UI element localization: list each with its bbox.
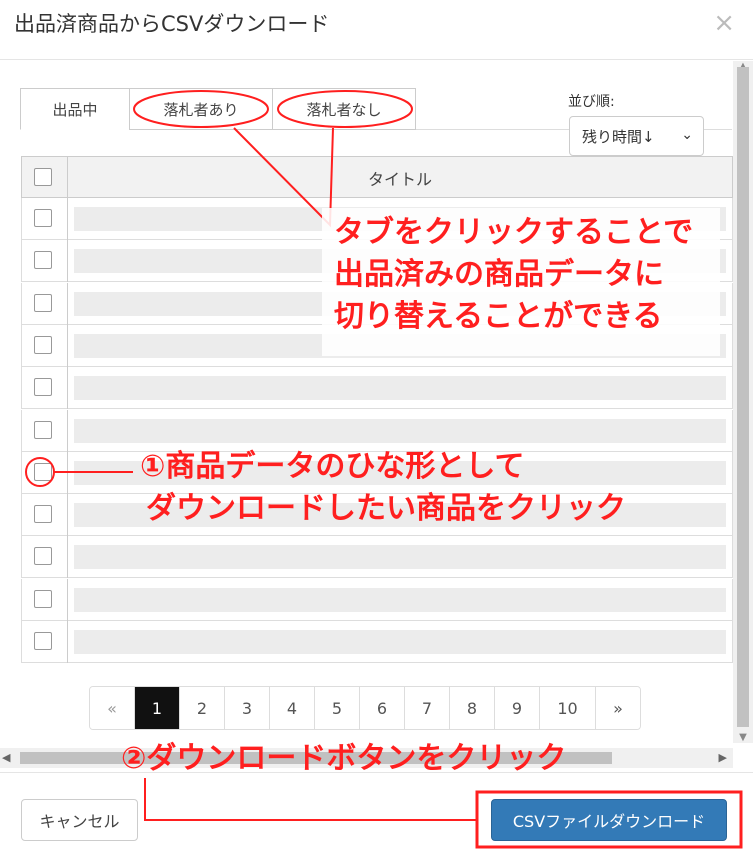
table-row[interactable] bbox=[21, 578, 733, 621]
title-placeholder bbox=[74, 630, 726, 654]
modal-title: 出品済商品からCSVダウンロード bbox=[14, 12, 330, 36]
row-title-cell bbox=[67, 367, 732, 410]
row-checkbox[interactable] bbox=[34, 335, 52, 354]
scroll-left-icon[interactable]: ◀ bbox=[2, 751, 10, 764]
row-checkbox[interactable] bbox=[34, 547, 52, 566]
tab-label: 落札者なし bbox=[306, 100, 382, 119]
column-header-title: タイトル bbox=[67, 157, 732, 199]
table-row[interactable] bbox=[21, 621, 733, 663]
column-title-label: タイトル bbox=[367, 170, 432, 189]
annotation-tabs-line3: 切り替えることができる bbox=[334, 299, 663, 334]
csv-download-button[interactable]: CSVファイルダウンロード bbox=[491, 799, 727, 841]
row-checkbox[interactable] bbox=[34, 462, 52, 481]
tab-label: 出品中 bbox=[52, 100, 98, 119]
title-placeholder bbox=[74, 376, 726, 401]
tab-listing[interactable]: 出品中 bbox=[20, 88, 130, 130]
title-placeholder bbox=[74, 418, 726, 443]
sort-value: 残り時間↓ bbox=[582, 127, 655, 146]
row-checkbox[interactable] bbox=[34, 378, 52, 397]
page-2[interactable]: 2 bbox=[179, 687, 224, 729]
table-header: タイトル bbox=[21, 156, 733, 199]
sort-label: 並び順: bbox=[568, 94, 615, 110]
cancel-button[interactable]: キャンセル bbox=[21, 799, 138, 841]
annotation-step1-line2: ダウンロードしたい商品をクリック bbox=[146, 491, 626, 526]
annotation-tabs-line1: タブをクリックすることで bbox=[334, 215, 694, 250]
page-prev[interactable]: « bbox=[90, 687, 134, 729]
page-5[interactable]: 5 bbox=[314, 687, 359, 729]
title-placeholder bbox=[74, 587, 726, 612]
row-title-cell bbox=[67, 578, 732, 621]
page-10[interactable]: 10 bbox=[539, 687, 595, 729]
tab-without-winner[interactable]: 落札者なし bbox=[272, 88, 416, 130]
modal-header: 出品済商品からCSVダウンロード × bbox=[0, 0, 753, 60]
annotation-step1-line1: ①商品データのひな形として bbox=[140, 449, 525, 484]
tab-with-winner[interactable]: 落札者あり bbox=[129, 88, 273, 130]
tab-label: 落札者あり bbox=[163, 100, 239, 119]
table-row[interactable] bbox=[21, 536, 733, 579]
page-6[interactable]: 6 bbox=[359, 687, 404, 729]
page-8[interactable]: 8 bbox=[449, 687, 494, 729]
row-checkbox[interactable] bbox=[34, 293, 52, 312]
title-placeholder bbox=[74, 545, 726, 570]
chevron-down-icon: ⌄ bbox=[681, 127, 693, 143]
row-checkbox[interactable] bbox=[34, 505, 52, 524]
table-row[interactable] bbox=[21, 367, 733, 410]
row-checkbox[interactable] bbox=[34, 632, 52, 650]
close-icon[interactable]: × bbox=[713, 8, 735, 38]
sort-select[interactable]: 残り時間↓ ⌄ bbox=[569, 116, 704, 156]
scroll-down-icon[interactable]: ▼ bbox=[733, 732, 753, 743]
pagination: « 1 2 3 4 5 6 7 8 9 10 » bbox=[89, 686, 641, 730]
page-1[interactable]: 1 bbox=[134, 687, 179, 729]
modal-footer: キャンセル CSVファイルダウンロード bbox=[0, 772, 753, 865]
annotation-step2: ②ダウンロードボタンをクリック bbox=[121, 741, 567, 776]
row-checkbox[interactable] bbox=[34, 209, 52, 227]
row-checkbox[interactable] bbox=[34, 251, 52, 270]
page-9[interactable]: 9 bbox=[494, 687, 539, 729]
vertical-scrollbar[interactable]: ▲ ▼ bbox=[733, 61, 753, 743]
modal-body: 出品中 落札者あり 落札者なし 並び順: 残り時間↓ ⌄ タイトル « 1 2 … bbox=[0, 61, 733, 743]
select-all-checkbox[interactable] bbox=[34, 168, 52, 186]
page-7[interactable]: 7 bbox=[404, 687, 449, 729]
row-title-cell bbox=[67, 536, 732, 579]
row-title-cell bbox=[67, 621, 732, 663]
annotation-tabs-line2: 出品済みの商品データに bbox=[334, 257, 664, 292]
vertical-scroll-thumb[interactable] bbox=[737, 67, 749, 727]
row-checkbox[interactable] bbox=[34, 589, 52, 608]
page-next[interactable]: » bbox=[595, 687, 640, 729]
scroll-right-icon[interactable]: ▶ bbox=[719, 751, 727, 764]
page-3[interactable]: 3 bbox=[224, 687, 269, 729]
row-checkbox[interactable] bbox=[34, 420, 52, 439]
page-4[interactable]: 4 bbox=[269, 687, 314, 729]
